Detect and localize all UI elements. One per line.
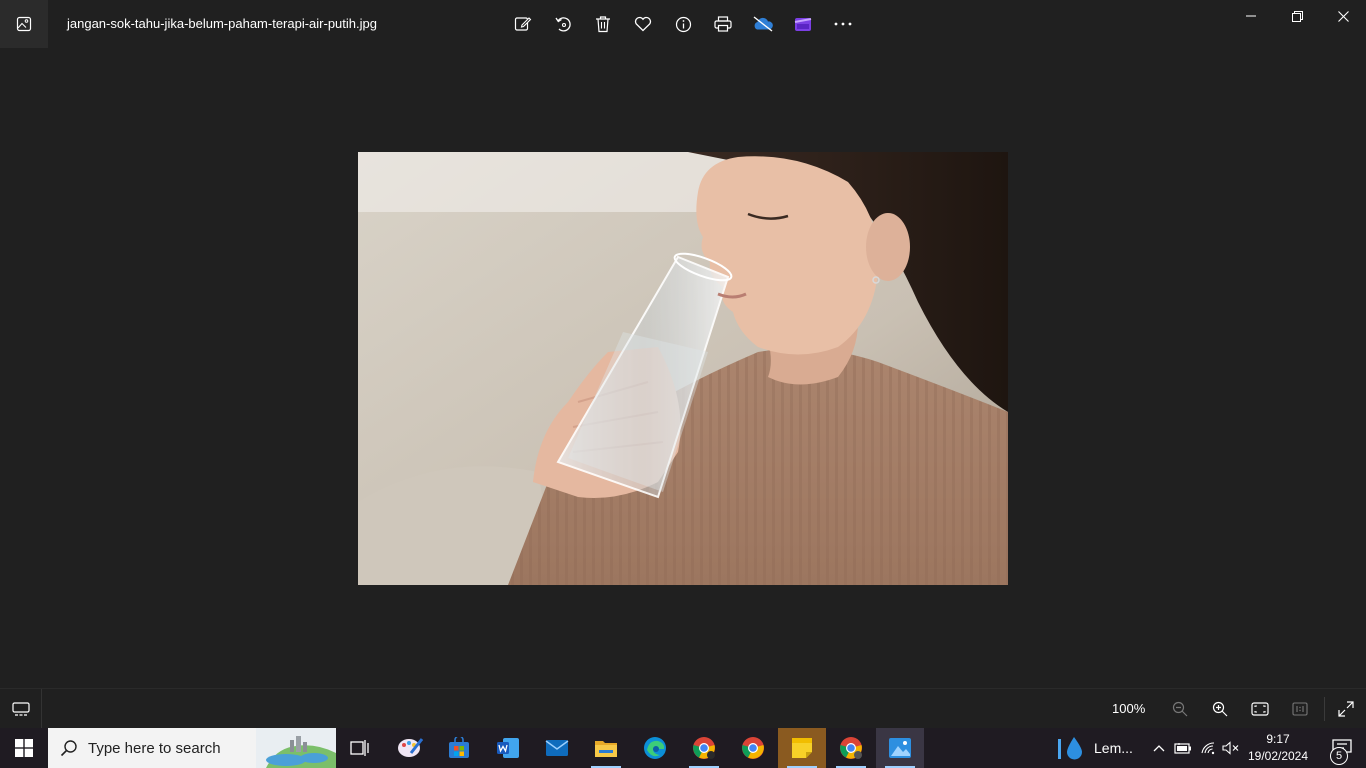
more-options-button[interactable] — [823, 4, 863, 44]
title-bar: jangan-sok-tahu-jika-belum-paham-terapi-… — [0, 0, 1366, 48]
network-button[interactable] — [1197, 728, 1219, 768]
clock-date: 19/02/2024 — [1247, 749, 1309, 763]
taskbar-clock[interactable]: 9:17 19/02/2024 — [1246, 731, 1310, 765]
trash-icon — [596, 16, 610, 33]
taskbar-app-edge[interactable] — [631, 728, 679, 768]
tray-app-label: Lem... — [1094, 740, 1133, 756]
heart-icon — [634, 16, 652, 32]
windows-logo-icon — [15, 739, 33, 757]
close-button[interactable] — [1320, 0, 1366, 32]
cloud-off-icon — [753, 16, 773, 32]
volume-muted-icon — [1222, 741, 1239, 755]
restore-icon — [1291, 10, 1303, 22]
photos-app-window: jangan-sok-tahu-jika-belum-paham-terapi-… — [0, 0, 1366, 729]
search-icon — [60, 740, 77, 757]
tray-weather-widget[interactable]: Lem... — [1056, 728, 1133, 768]
clipchamp-icon — [794, 18, 812, 31]
taskbar-app-chrome-profile-a[interactable] — [680, 728, 728, 768]
minimize-icon — [1246, 15, 1256, 17]
notification-count-badge: 5 — [1330, 747, 1348, 765]
rotate-button[interactable] — [543, 4, 583, 44]
fit-window-icon — [1251, 702, 1269, 716]
chevron-up-icon — [1153, 745, 1165, 752]
favorite-button[interactable] — [623, 4, 663, 44]
minimize-button[interactable] — [1228, 0, 1274, 32]
zoom-in-button[interactable] — [1204, 693, 1236, 725]
rain-gauge-icon — [1058, 737, 1082, 760]
zoom-out-icon — [1172, 701, 1188, 717]
print-button[interactable] — [703, 4, 743, 44]
store-icon — [449, 737, 469, 758]
taskbar-app-chrome-profile-b[interactable] — [827, 728, 875, 768]
chrome-icon — [840, 737, 862, 759]
info-icon — [675, 16, 691, 32]
taskbar-app-chrome[interactable] — [729, 728, 777, 768]
actual-size-icon — [1292, 702, 1308, 716]
fullscreen-button[interactable] — [1330, 693, 1362, 725]
taskbar-app-sticky-notes[interactable] — [778, 728, 826, 768]
delete-button[interactable] — [583, 4, 623, 44]
task-view-icon — [350, 740, 369, 756]
fit-to-window-button[interactable] — [1244, 693, 1276, 725]
image-toolbar — [503, 4, 863, 44]
photos-icon — [889, 738, 911, 758]
taskbar-search-box[interactable]: Type here to search — [48, 728, 336, 768]
filmstrip-toggle-button[interactable] — [0, 689, 42, 729]
file-info-button[interactable] — [663, 4, 703, 44]
edge-icon — [644, 737, 666, 759]
taskbar-app-file-explorer[interactable] — [582, 728, 630, 768]
edit-image-button[interactable] — [503, 4, 543, 44]
taskbar-app-mail[interactable] — [533, 728, 581, 768]
onedrive-button[interactable] — [743, 4, 783, 44]
folder-icon — [595, 741, 617, 757]
zoom-in-icon — [1212, 701, 1228, 717]
printer-icon — [714, 16, 732, 32]
file-name: jangan-sok-tahu-jika-belum-paham-terapi-… — [67, 16, 377, 31]
battery-button[interactable] — [1172, 728, 1194, 768]
zoom-level[interactable]: 100% — [1112, 701, 1145, 716]
ellipsis-icon — [834, 22, 852, 26]
taskbar-app-photos[interactable] — [876, 728, 924, 768]
edit-icon — [514, 17, 532, 31]
windows-taskbar: Type here to search Lem... 9:17 19/02/20… — [0, 728, 1366, 768]
bottom-toolbar: 100% — [0, 688, 1366, 729]
chrome-icon — [742, 737, 764, 759]
close-icon — [1337, 10, 1349, 22]
chrome-icon — [693, 737, 715, 759]
displayed-photo[interactable] — [358, 152, 1008, 585]
search-highlight-illustration — [256, 728, 336, 768]
actual-size-button[interactable] — [1284, 693, 1316, 725]
show-hidden-icons-button[interactable] — [1148, 728, 1170, 768]
photos-app-icon[interactable] — [0, 0, 48, 48]
word-icon — [497, 738, 519, 758]
volume-button[interactable] — [1220, 728, 1242, 768]
paint-icon — [398, 738, 423, 757]
task-view-button[interactable] — [336, 728, 384, 768]
wifi-icon — [1201, 742, 1215, 755]
mail-icon — [545, 740, 569, 756]
start-button[interactable] — [0, 728, 48, 768]
zoom-out-button[interactable] — [1164, 693, 1196, 725]
restore-button[interactable] — [1274, 0, 1320, 32]
window-controls — [1228, 0, 1366, 32]
taskbar-app-microsoft-store[interactable] — [435, 728, 483, 768]
search-placeholder: Type here to search — [88, 739, 221, 757]
taskbar-app-word[interactable] — [484, 728, 532, 768]
clock-time: 9:17 — [1266, 732, 1290, 746]
battery-icon — [1174, 743, 1191, 754]
taskbar-app-paint[interactable] — [386, 728, 434, 768]
filmstrip-icon — [11, 702, 30, 716]
clipchamp-button[interactable] — [783, 4, 823, 44]
toolbar-divider — [1324, 697, 1325, 721]
sticky-notes-icon — [792, 738, 812, 758]
rotate-icon — [555, 17, 571, 32]
expand-icon — [1338, 701, 1354, 717]
